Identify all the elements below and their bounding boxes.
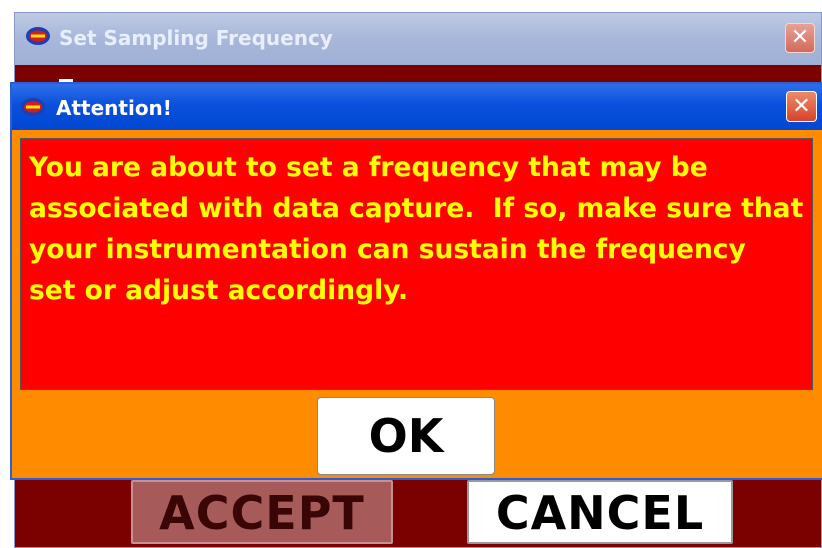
- ok-button[interactable]: OK: [317, 397, 495, 475]
- message-panel: You are about to set a frequency that ma…: [20, 138, 813, 390]
- close-icon[interactable]: ✕: [786, 91, 817, 122]
- accept-button[interactable]: ACCEPT: [131, 480, 393, 544]
- cancel-button[interactable]: CANCEL: [467, 480, 733, 544]
- app-logo-icon: [25, 25, 51, 51]
- dialog-title: Attention!: [56, 96, 172, 120]
- dialog-titlebar[interactable]: Attention! ✕: [12, 84, 822, 130]
- window-titlebar[interactable]: Set Sampling Frequency ✕: [15, 13, 821, 65]
- window-title: Set Sampling Frequency: [59, 26, 333, 50]
- app-logo-icon: [20, 96, 46, 122]
- close-icon[interactable]: ✕: [785, 23, 815, 53]
- warning-message: You are about to set a frequency that ma…: [29, 152, 813, 306]
- attention-dialog: Attention! ✕ You are about to set a freq…: [10, 82, 822, 480]
